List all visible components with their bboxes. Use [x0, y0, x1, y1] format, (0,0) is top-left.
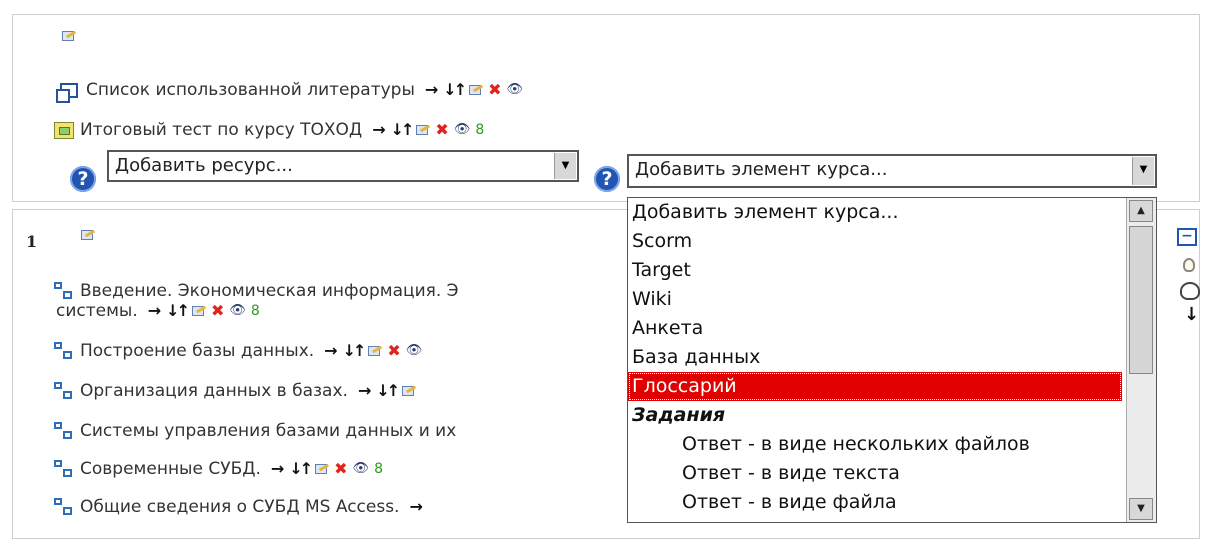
delete-icon[interactable]: ✖ [435, 121, 448, 139]
help-icon[interactable]: ? [70, 166, 96, 192]
directory-icon [54, 460, 74, 478]
scroll-down-icon[interactable]: ▼ [1129, 498, 1153, 520]
hide-section-icon[interactable] [1180, 282, 1200, 300]
resource-item[interactable]: Современные СУБД. → ↓↑ ✖ 👁 8 [54, 459, 383, 479]
hide-icon[interactable]: 👁 [507, 81, 524, 99]
indent-right-icon[interactable]: → [148, 302, 161, 320]
dropdown-option[interactable]: Target [632, 256, 691, 285]
indent-right-icon[interactable]: → [324, 342, 337, 360]
indent-right-icon[interactable]: → [372, 121, 385, 139]
move-icon[interactable]: ↓↑ [443, 81, 467, 99]
add-activity-value: Добавить элемент курса... [635, 159, 888, 180]
resource-item[interactable]: Общие сведения о СУБД MS Access. → [54, 497, 423, 517]
chevron-down-icon[interactable]: ▼ [554, 153, 576, 179]
edit-icon[interactable] [402, 385, 416, 397]
roles-icon[interactable]: 8 [251, 302, 260, 320]
delete-icon[interactable]: ✖ [334, 460, 347, 478]
dropdown-option[interactable]: Scorm [632, 227, 692, 256]
quiz-icon [54, 121, 74, 139]
highlight-lightbulb-icon[interactable] [1183, 258, 1195, 272]
resource-label[interactable]: Список использованной литературы [86, 80, 415, 100]
hide-icon[interactable]: 👁 [229, 302, 246, 320]
resource-item[interactable]: Построение базы данных. → ↓↑ ✖ 👁 [54, 341, 422, 361]
edit-icon[interactable] [368, 345, 382, 357]
activity-label[interactable]: Итоговый тест по курсу ТОХОД [80, 120, 362, 140]
section-number: 1 [26, 232, 38, 251]
indent-right-icon[interactable]: → [271, 460, 284, 478]
resource-label[interactable]: Введение. Экономическая информация. Э [80, 281, 459, 301]
delete-icon[interactable]: ✖ [387, 342, 400, 360]
indent-right-icon[interactable]: → [409, 498, 422, 516]
dropdown-option[interactable]: Wiki [632, 285, 672, 314]
move-icon[interactable]: ↓↑ [289, 460, 313, 478]
resource-label[interactable]: Системы управления базами данных и их [80, 421, 456, 441]
resource-item[interactable]: Системы управления базами данных и их [54, 421, 456, 441]
move-icon[interactable]: ↓↑ [166, 302, 190, 320]
help-icon[interactable]: ? [594, 166, 620, 192]
edit-icon[interactable] [191, 305, 206, 317]
resource-item-bibliography[interactable]: Список использованной литературы → ↓↑ ✖ … [54, 80, 524, 103]
directory-icon [54, 422, 74, 440]
edit-icon[interactable] [469, 84, 483, 96]
collapse-section-button[interactable]: − [1177, 228, 1197, 246]
move-icon[interactable]: ↓↑ [376, 382, 400, 400]
hide-icon[interactable]: 👁 [353, 460, 370, 478]
indent-right-icon[interactable]: → [425, 81, 438, 99]
edit-icon[interactable] [315, 463, 329, 475]
dropdown-option[interactable]: Ответ - в виде нескольких файлов [682, 430, 1030, 459]
dropdown-option[interactable]: Ответ - в виде текста [682, 459, 900, 488]
resource-label[interactable]: Организация данных в базах. [80, 381, 348, 401]
hide-icon[interactable]: 👁 [406, 342, 423, 360]
dropdown-option-selected[interactable]: Глоссарий [628, 372, 1122, 401]
dropdown-option[interactable]: База данных [632, 343, 760, 372]
edit-summary-icon[interactable] [81, 229, 95, 241]
directory-icon [54, 282, 74, 300]
activity-item-final-test[interactable]: Итоговый тест по курсу ТОХОД → ↓↑ ✖ 👁 8 [54, 120, 484, 140]
edit-icon[interactable] [416, 124, 430, 136]
delete-icon[interactable]: ✖ [488, 81, 501, 99]
edit-summary-icon[interactable] [62, 30, 76, 42]
resource-item[interactable]: Организация данных в базах. → ↓↑ [54, 381, 416, 401]
dropdown-option[interactable]: Добавить элемент курса... [632, 198, 898, 227]
scroll-thumb[interactable] [1129, 226, 1153, 374]
move-icon[interactable]: ↓↑ [343, 342, 367, 360]
resource-label[interactable]: системы. [56, 301, 138, 321]
directory-icon [54, 498, 74, 516]
roles-icon[interactable]: 8 [374, 460, 383, 478]
move-down-icon[interactable]: ↓ [1184, 304, 1199, 325]
move-icon[interactable]: ↓↑ [391, 121, 415, 139]
scroll-up-icon[interactable]: ▲ [1129, 200, 1153, 222]
dropdown-option[interactable]: Ответ - в виде файла [682, 488, 897, 517]
resource-label[interactable]: Общие сведения о СУБД MS Access. [80, 497, 399, 517]
add-resource-select[interactable]: Добавить ресурс... ▼ [107, 150, 579, 182]
activity-dropdown-list[interactable]: Добавить элемент курса... Scorm Target W… [627, 197, 1157, 523]
directory-icon [54, 342, 74, 360]
resource-item-continued[interactable]: системы. → ↓↑ ✖ 👁 8 [56, 301, 260, 321]
dropdown-option[interactable]: Анкета [632, 314, 703, 343]
resource-label[interactable]: Построение базы данных. [80, 341, 314, 361]
delete-icon[interactable]: ✖ [211, 302, 224, 320]
add-resource-value: Добавить ресурс... [115, 155, 293, 176]
dropdown-scrollbar[interactable]: ▲ ▼ [1126, 198, 1156, 522]
indent-right-icon[interactable]: → [358, 382, 371, 400]
directory-icon [54, 382, 74, 400]
page-stack-icon [56, 82, 78, 103]
roles-icon[interactable]: 8 [475, 121, 484, 139]
add-activity-select[interactable]: Добавить элемент курса... ▼ [627, 154, 1157, 188]
chevron-down-icon[interactable]: ▼ [1132, 157, 1154, 185]
hide-icon[interactable]: 👁 [454, 121, 471, 139]
resource-label[interactable]: Современные СУБД. [80, 459, 261, 479]
resource-item[interactable]: Введение. Экономическая информация. Э [54, 281, 459, 301]
dropdown-group-label: Задания [632, 404, 726, 426]
